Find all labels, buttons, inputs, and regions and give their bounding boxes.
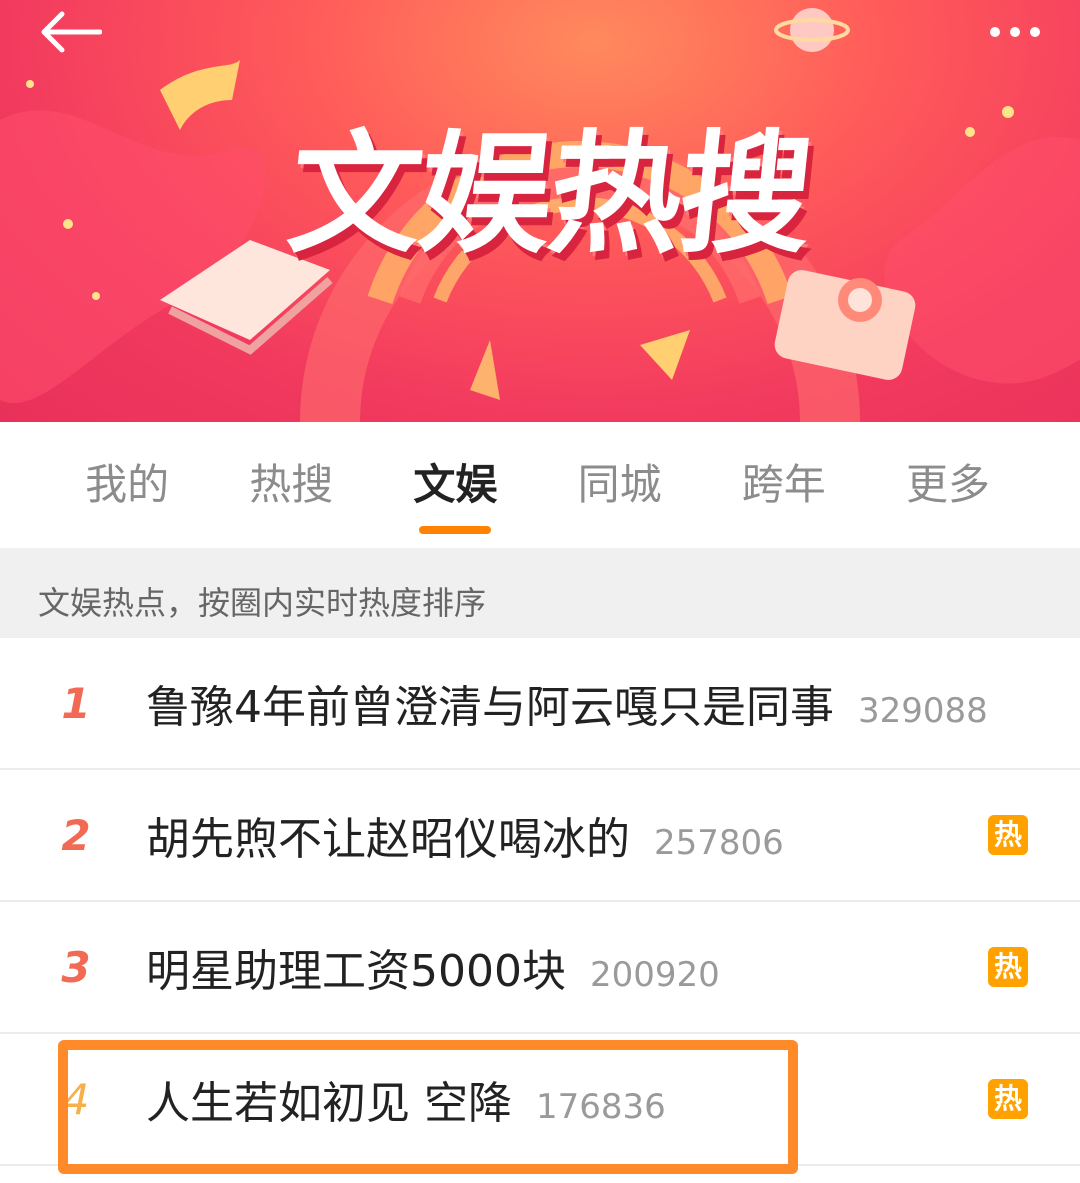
item-text: 胡先煦不让赵昭仪喝冰的 257806 (146, 803, 784, 867)
list-item[interactable]: 1 鲁豫4年前曾澄清与阿云嘎只是同事 329088 (0, 638, 1080, 770)
tab-new-year[interactable]: 跨年 (702, 422, 866, 548)
tab-local[interactable]: 同城 (538, 422, 702, 548)
hot-badge: 热 (988, 815, 1028, 855)
list-item[interactable]: 4 人生若如初见 空降 176836 热 (0, 1034, 1080, 1166)
item-title: 明星助理工资5000块 (146, 946, 566, 997)
tab-bar: 我的 热搜 文娱 同城 跨年 更多 (0, 422, 1080, 548)
list-item[interactable]: 3 明星助理工资5000块 200920 热 (0, 902, 1080, 1034)
banner: 文娱热搜 (0, 0, 1080, 422)
hot-search-list: 1 鲁豫4年前曾澄清与阿云嘎只是同事 329088 2 胡先煦不让赵昭仪喝冰的 … (0, 638, 1080, 1166)
tab-more[interactable]: 更多 (866, 422, 1030, 548)
item-text: 鲁豫4年前曾澄清与阿云嘎只是同事 329088 (146, 671, 988, 735)
banner-title: 文娱热搜 (281, 118, 819, 272)
item-count: 329088 (858, 691, 988, 731)
more-button[interactable] (980, 12, 1050, 52)
more-dots-icon (990, 27, 1000, 37)
hot-badge: 热 (988, 1079, 1028, 1119)
back-button[interactable] (30, 0, 110, 64)
item-title: 胡先煦不让赵昭仪喝冰的 (146, 814, 630, 865)
item-title: 鲁豫4年前曾澄清与阿云嘎只是同事 (146, 682, 834, 733)
rank-number: 1 (61, 678, 91, 728)
list-description: 文娱热点，按圈内实时热度排序 (0, 548, 1080, 638)
tab-entertainment[interactable]: 文娱 (373, 422, 537, 548)
more-dot (1010, 27, 1020, 37)
list-item[interactable]: 2 胡先煦不让赵昭仪喝冰的 257806 热 (0, 770, 1080, 902)
hot-badge: 热 (988, 947, 1028, 987)
item-count: 176836 (536, 1087, 666, 1127)
tab-hot-search[interactable]: 热搜 (209, 422, 373, 548)
item-count: 200920 (589, 955, 720, 995)
item-text: 人生若如初见 空降 176836 (146, 1067, 666, 1131)
rank-number: 2 (61, 810, 91, 860)
item-text: 明星助理工资5000块 200920 (146, 935, 720, 999)
tab-mine[interactable]: 我的 (45, 422, 209, 548)
more-dot (1030, 27, 1040, 37)
arrow-left-icon (41, 11, 102, 53)
item-title: 人生若如初见 空降 (146, 1078, 512, 1129)
rank-number: 4 (62, 1074, 90, 1124)
item-count: 257806 (654, 823, 784, 863)
rank-number: 3 (61, 942, 91, 992)
